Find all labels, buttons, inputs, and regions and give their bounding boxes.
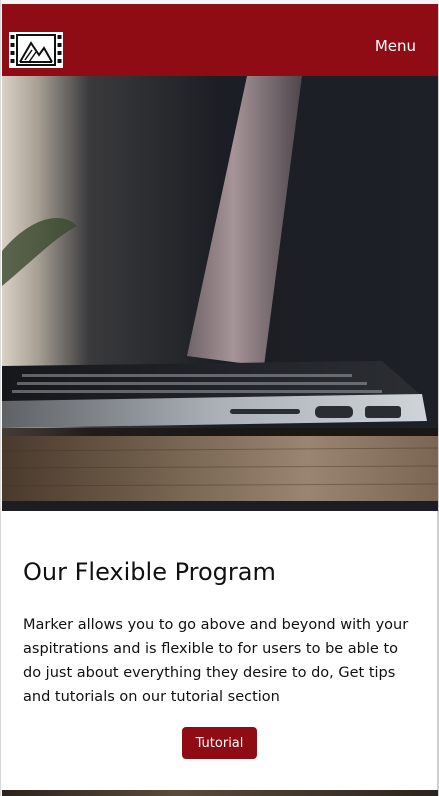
film-mountain-logo-icon[interactable] — [9, 32, 63, 68]
section-body: Marker allows you to go above and beyond… — [23, 617, 409, 705]
laptop-photo — [2, 76, 438, 511]
tutorial-button[interactable]: Tutorial — [182, 727, 257, 759]
hero-laptop-image — [2, 76, 438, 511]
navbar: Menu — [2, 4, 438, 76]
menu-link[interactable]: Menu — [375, 36, 416, 56]
section-title: Our Flexible Program — [23, 558, 276, 586]
next-section-image-edge — [2, 790, 438, 796]
page: Menu Our Flexible Program Marker allows … — [0, 0, 439, 796]
